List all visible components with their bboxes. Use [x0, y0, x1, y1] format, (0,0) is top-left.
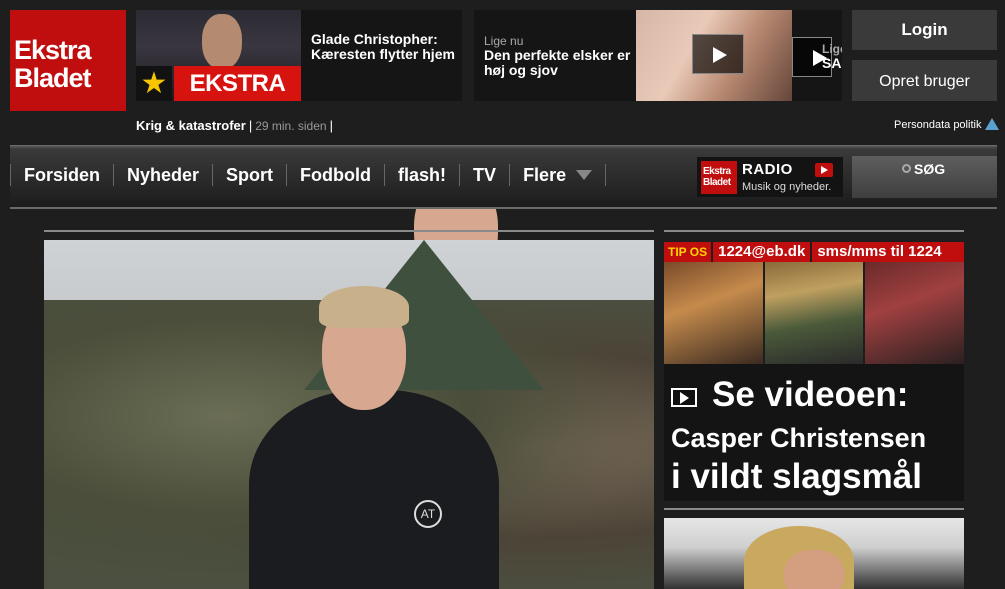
warning-icon [985, 118, 1000, 130]
tip-label: TIP OS [664, 242, 714, 262]
ticker-time: 29 min. siden [255, 119, 327, 133]
logo-line-2: Bladet [14, 63, 92, 93]
promo-partial[interactable]: Lige SA [792, 10, 842, 101]
ticker-divider: | [248, 118, 253, 133]
persondata-link[interactable]: Persondata politik [894, 118, 1000, 131]
create-user-button[interactable]: Opret bruger [852, 60, 997, 101]
video-teaser[interactable]: TIP OS 1224@eb.dk sms/mms til 1224 Se vi… [664, 230, 965, 501]
star-icon: ★ [136, 66, 172, 101]
article-photo[interactable]: AT [44, 240, 654, 589]
tip-sms: sms/mms til 1224 [817, 243, 942, 260]
video-thumbnail[interactable] [664, 262, 965, 364]
nav-item-flere[interactable]: Flere [509, 164, 607, 186]
main-nav: Forsiden Nyheder Sport Fodbold flash! TV… [10, 145, 997, 209]
tip-bar[interactable]: TIP OS 1224@eb.dk sms/mms til 1224 [664, 242, 964, 262]
promo-title: Glade Christopher: Kæresten flytter hjem [311, 31, 455, 62]
video-caption[interactable]: Se videoen: Casper Christensen i vildt s… [664, 364, 964, 501]
promo-image-christopher: ★ EKSTRA [136, 10, 301, 101]
nav-item-flere-label: Flere [523, 165, 567, 185]
promo-perfekte-elsker[interactable]: Lige nu Den perfekte elsker er høj og sj… [474, 10, 802, 101]
ticker-category[interactable]: Krig & katastrofer [136, 118, 246, 133]
nav-item-nyheder[interactable]: Nyheder [113, 164, 212, 186]
main-article[interactable]: AT [44, 230, 654, 589]
nav-item-fodbold[interactable]: Fodbold [286, 164, 384, 186]
play-icon [671, 388, 697, 407]
video-frame-1 [664, 262, 763, 364]
face-shape [784, 550, 844, 589]
logo-line-1: Ekstra [14, 35, 92, 65]
nav-item-flash[interactable]: flash! [384, 164, 459, 186]
news-ticker[interactable]: Krig & katastrofer|29 min. siden|Endnu e… [136, 116, 851, 286]
play-icon [692, 34, 744, 74]
side-article-photo [664, 518, 964, 589]
radio-button[interactable]: Ekstra Bladet RADIO Musik og nyheder. [697, 157, 843, 197]
search-button[interactable]: SØG [852, 156, 997, 198]
radio-logo-line-2: Bladet [703, 177, 731, 188]
video-title-line-2: Casper Christensen [671, 423, 927, 453]
video-title-line-3: i vildt slagsmål [671, 457, 922, 496]
ekstra-bladet-logo[interactable]: Ekstra Bladet [10, 10, 126, 111]
video-frame-3 [865, 262, 965, 364]
search-label: SØG [914, 161, 946, 177]
radio-logo-line-1: Ekstra [703, 166, 731, 177]
ticker-divider: | [329, 118, 333, 133]
play-icon [815, 163, 833, 177]
nav-item-sport[interactable]: Sport [212, 164, 286, 186]
nav-item-tv[interactable]: TV [459, 164, 509, 186]
video-frame-2 [764, 262, 864, 364]
hair-shape [319, 286, 409, 328]
radio-title: RADIO [742, 161, 793, 178]
face-shape [202, 14, 242, 69]
jacket-shape: AT [249, 390, 499, 589]
search-icon [902, 164, 911, 173]
login-button[interactable]: Login [852, 10, 997, 50]
ekstra-badge: EKSTRA [174, 66, 301, 101]
tip-email: 1224@eb.dk [713, 242, 813, 262]
promo-title: Den perfekte elsker er høj og sjov [484, 47, 631, 78]
promo-image-couple [636, 10, 802, 101]
promo-title: SA [822, 55, 842, 71]
persondata-label: Persondata politik [894, 119, 982, 131]
side-article[interactable] [664, 508, 964, 589]
jacket-logo-icon: AT [414, 500, 442, 528]
radio-subtitle: Musik og nyheder. [742, 181, 832, 193]
nav-item-forsiden[interactable]: Forsiden [10, 164, 113, 186]
video-title-line-1: Se videoen: [712, 375, 909, 414]
radio-logo: Ekstra Bladet [701, 161, 737, 194]
chevron-down-icon [576, 170, 593, 180]
promo-christopher[interactable]: ★ EKSTRA Glade Christopher: Kæresten fly… [136, 10, 462, 101]
promo-kicker: Lige nu [484, 34, 524, 48]
